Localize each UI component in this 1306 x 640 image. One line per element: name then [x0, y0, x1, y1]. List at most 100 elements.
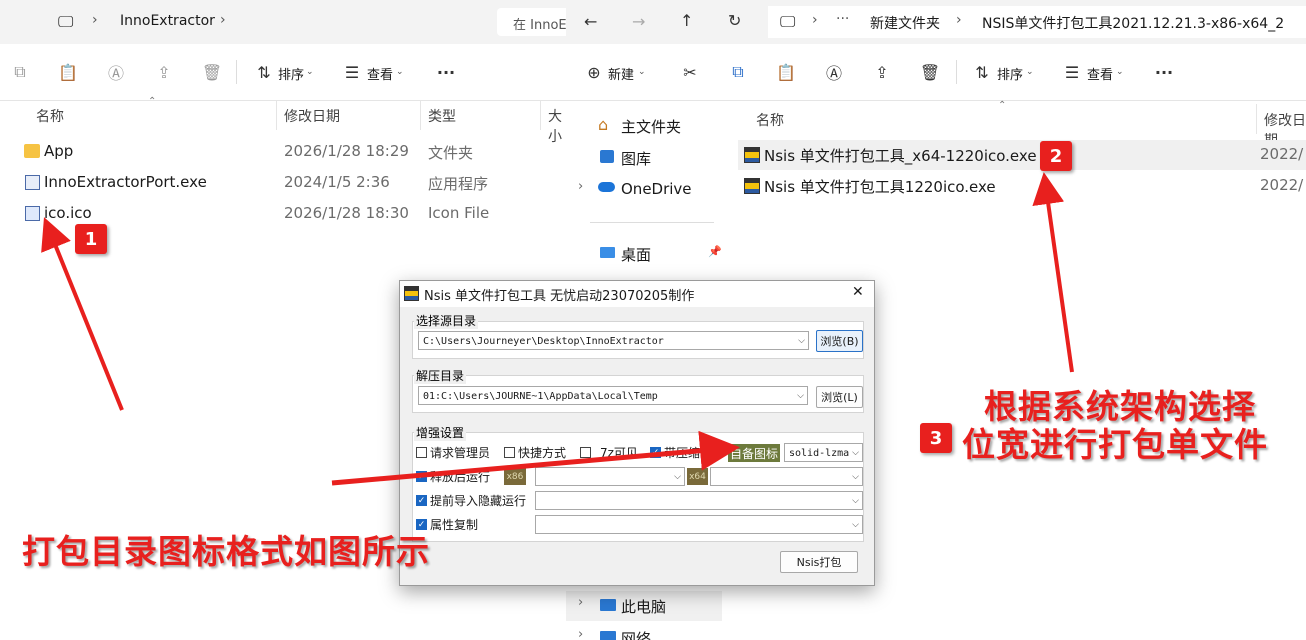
search-box[interactable]: 在 InnoE — [497, 8, 566, 36]
file-row-app[interactable]: App 2026/1/28 18:29 文件夹 — [0, 137, 566, 167]
breadcrumb-new-folder[interactable]: 新建文件夹 — [870, 13, 940, 33]
chevron-right-icon[interactable]: › — [578, 595, 583, 610]
chevron-down-icon[interactable]: ⌵ — [674, 468, 681, 485]
chevron-down-icon[interactable]: ⌵ — [852, 492, 859, 509]
more-icon[interactable]: ··· — [1150, 60, 1178, 84]
preimport-combo[interactable]: ⌵ — [535, 491, 863, 510]
col-name[interactable]: 名称 — [36, 106, 64, 126]
sort-icon[interactable]: ⇅ — [968, 60, 996, 84]
delete-icon[interactable]: 🗑 — [198, 60, 226, 84]
checkbox-box — [416, 446, 427, 458]
paste-icon[interactable]: 📋 — [54, 60, 82, 84]
new-label[interactable]: 新建 — [608, 64, 634, 83]
nav-gallery[interactable]: 图库 — [566, 143, 726, 173]
file-name: Nsis 单文件打包工具1220ico.exe — [764, 178, 996, 196]
compress-mode-combo[interactable]: solid-lzma ⌵ — [784, 443, 863, 462]
attribute-copy-combo[interactable]: ⌵ — [535, 515, 863, 534]
back-arrow-icon[interactable]: ← — [584, 12, 597, 31]
nav-this-pc[interactable]: › 此电脑 — [566, 591, 722, 621]
delete-icon[interactable]: 🗑 — [916, 60, 944, 84]
nsis-pack-button[interactable]: Nsis打包 — [780, 551, 858, 573]
view-label[interactable]: 查看 — [367, 64, 393, 83]
chevron-right-icon: › — [812, 12, 818, 28]
view-icon[interactable]: ☰ — [338, 60, 366, 84]
rename-icon[interactable]: Ⓐ — [820, 60, 848, 84]
more-icon[interactable]: ··· — [432, 60, 460, 84]
share-icon[interactable]: ⇪ — [868, 60, 896, 84]
sort-label[interactable]: 排序 — [278, 64, 304, 83]
col-date[interactable]: 修改日期 — [284, 106, 340, 126]
run-after-extract-checkbox[interactable]: ✓ 释放后运行 — [416, 468, 490, 484]
chevron-down-icon[interactable]: ⌵ — [852, 444, 859, 461]
column-divider[interactable] — [276, 100, 277, 130]
exe-icon — [25, 175, 40, 190]
breadcrumb-innoextractor[interactable]: InnoExtractor — [120, 13, 215, 29]
nav-onedrive[interactable]: › OneDrive — [566, 175, 726, 205]
checkbox-label: 7z可见 — [600, 445, 638, 460]
browse-source-button[interactable]: 浏览(B) — [816, 330, 863, 352]
breadcrumb-nsis-folder[interactable]: NSIS单文件打包工具2021.12.21.3-x86-x64_2 — [982, 13, 1284, 33]
file-row-nsis-x64[interactable]: Nsis 单文件打包工具_x64-1220ico.exe 2022/ — [738, 140, 1306, 170]
file-row-nsis-x86[interactable]: Nsis 单文件打包工具1220ico.exe 2022/ — [738, 171, 1306, 201]
forward-arrow-icon[interactable]: → — [632, 12, 645, 31]
run-after-x64-combo[interactable]: ⌵ — [710, 467, 863, 486]
more-icon[interactable]: ··· — [836, 11, 849, 27]
preimport-hidden-run-checkbox[interactable]: ✓ 提前导入隐藏运行 — [416, 492, 526, 508]
extract-path-combo[interactable]: 01:C:\Users\JOURNE~1\AppData\Local\Temp … — [418, 386, 808, 405]
new-icon[interactable]: ⊕ — [580, 60, 608, 84]
chevron-down-icon[interactable]: ⌵ — [852, 516, 859, 533]
pin-icon[interactable]: 📌 — [708, 245, 722, 258]
cut-icon[interactable]: ✂ — [676, 60, 704, 84]
x64-tag[interactable]: x64 — [687, 468, 708, 485]
copy-icon[interactable]: ⧉ — [724, 60, 752, 84]
copy-icon[interactable]: ⧉ — [6, 60, 34, 84]
computer-icon — [600, 599, 616, 611]
sort-label[interactable]: 排序 — [997, 64, 1023, 83]
nav-home[interactable]: ⌂ 主文件夹 — [566, 111, 726, 141]
dialog-titlebar[interactable]: Nsis 单文件打包工具 无忧启动23070205制作 ✕ — [400, 281, 874, 307]
desktop-icon — [600, 247, 615, 258]
share-icon[interactable]: ⇪ — [150, 60, 178, 84]
address-box[interactable]: 🖵 › ··· 新建文件夹 › NSIS单文件打包工具2021.12.21.3-… — [768, 6, 1306, 38]
view-icon[interactable]: ☰ — [1058, 60, 1086, 84]
chevron-right-icon[interactable]: › — [220, 12, 226, 28]
chevron-right-icon: › — [956, 12, 962, 28]
close-icon[interactable]: ✕ — [852, 284, 864, 300]
nav-network[interactable]: › 网络 — [566, 623, 726, 640]
run-after-x86-combo[interactable]: ⌵ — [535, 467, 685, 486]
request-admin-checkbox[interactable]: 请求管理员 — [416, 444, 490, 460]
compress-checkbox[interactable]: ✓ 带压缩 — [650, 444, 700, 460]
chevron-right-icon: › — [92, 12, 98, 28]
column-divider[interactable] — [420, 100, 421, 130]
computer-icon[interactable]: 🖵 — [780, 12, 795, 32]
col-type[interactable]: 类型 — [428, 106, 456, 126]
view-label[interactable]: 查看 — [1087, 64, 1113, 83]
custom-icon-button[interactable]: 自备图标 — [728, 444, 780, 462]
column-divider[interactable] — [1256, 104, 1257, 134]
chevron-right-icon[interactable]: › — [578, 179, 583, 194]
chevron-down-icon[interactable]: ⌵ — [797, 387, 804, 404]
extract-path-value: 01:C:\Users\JOURNE~1\AppData\Local\Temp — [423, 391, 658, 402]
shortcut-checkbox[interactable]: 快捷方式 — [504, 444, 566, 460]
computer-icon[interactable]: 🖵 — [58, 12, 73, 32]
column-divider[interactable] — [540, 100, 541, 130]
file-row-innoextractorport[interactable]: InnoExtractorPort.exe 2024/1/5 2:36 应用程序 — [0, 168, 566, 198]
source-path-combo[interactable]: C:\Users\Journeyer\Desktop\InnoExtractor… — [418, 331, 809, 350]
extract-dir-label: 解压目录 — [414, 367, 467, 384]
refresh-icon[interactable]: ↻ — [728, 11, 741, 30]
paste-icon[interactable]: 📋 — [772, 60, 800, 84]
up-arrow-icon[interactable]: ↑ — [680, 11, 693, 30]
sort-icon[interactable]: ⇅ — [250, 60, 278, 84]
x86-tag[interactable]: x86 — [504, 468, 526, 485]
browse-extract-button[interactable]: 浏览(L) — [816, 386, 863, 408]
chevron-down-icon[interactable]: ⌵ — [852, 468, 859, 485]
col-name[interactable]: 名称 — [756, 110, 784, 130]
nav-desktop[interactable]: 桌面 📌 — [566, 239, 726, 269]
chevron-down-icon[interactable]: ⌵ — [798, 332, 805, 349]
dialog-title: Nsis 单文件打包工具 无忧启动23070205制作 — [424, 289, 695, 304]
7z-visible-checkbox[interactable]: 7z可见 — [580, 444, 638, 460]
rename-icon[interactable]: Ⓐ — [102, 60, 130, 84]
chevron-down-icon: ⌄ — [306, 67, 314, 77]
chevron-right-icon[interactable]: › — [578, 627, 583, 640]
file-name: App — [44, 142, 74, 160]
